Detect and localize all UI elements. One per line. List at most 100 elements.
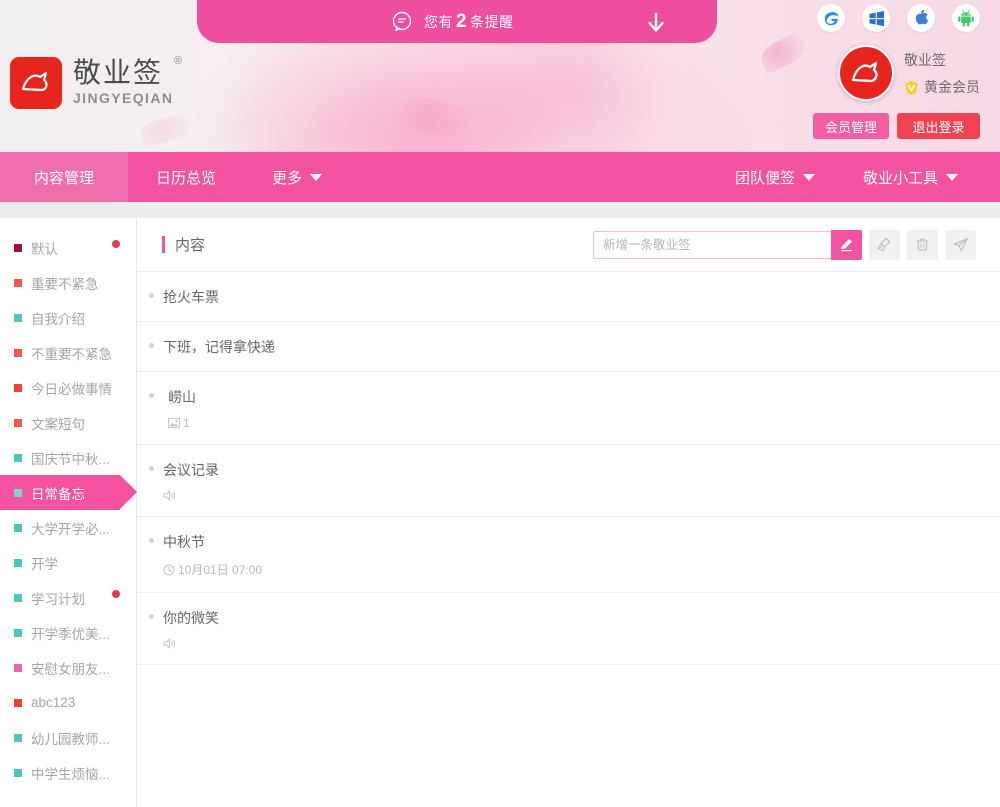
sidebar-item-label: 国庆节中秋... <box>31 451 110 467</box>
category-color-bullet <box>14 593 22 602</box>
category-color-bullet <box>14 418 22 427</box>
user-avatar-icon[interactable] <box>838 45 894 101</box>
gold-v-badge <box>904 80 919 95</box>
sidebar-item[interactable]: 安慰女朋友... <box>0 650 136 685</box>
user-name: 敬业签 <box>904 52 946 68</box>
sidebar-item[interactable]: 日常备忘 <box>0 475 137 510</box>
sidebar-item-label: 不重要不紧急 <box>31 346 112 362</box>
sidebar-item[interactable]: 国庆节中秋... <box>0 440 136 475</box>
sidebar-item-label: 今日必做事情 <box>31 381 112 397</box>
nav-item-more[interactable]: 更多 <box>244 152 350 202</box>
member-management-button[interactable]: 会员管理 <box>813 113 889 139</box>
notification-text: 您有 2 条提醒 <box>424 11 514 33</box>
page-header: 您有 2 条提醒 敬业签 ® JINGYEQIAN 敬业签 黄金会员 会员管理 … <box>0 0 1000 152</box>
nav-label: 敬业小工具 <box>862 169 938 187</box>
header-buttons: 会员管理 退出登录 <box>813 113 980 139</box>
note-meta-text: 1 <box>183 416 190 430</box>
paper-plane-icon <box>953 237 968 251</box>
note-meta-text: 10月01日 07:00 <box>178 563 263 577</box>
nav-item-calendar-overview[interactable]: 日历总览 <box>128 152 244 202</box>
category-color-bullet <box>14 313 22 322</box>
category-color-bullet <box>14 243 22 252</box>
rose-petal-decoration <box>138 112 194 148</box>
category-color-bullet <box>14 453 22 462</box>
logout-button[interactable]: 退出登录 <box>897 113 980 139</box>
clean-button[interactable] <box>869 229 900 260</box>
windows-icon[interactable] <box>862 4 890 32</box>
separator-strip <box>0 202 1000 218</box>
ie-browser-icon[interactable] <box>817 4 845 32</box>
sidebar-item[interactable]: 开学 <box>0 545 136 580</box>
app-logo[interactable]: 敬业签 ® JINGYEQIAN <box>10 55 182 109</box>
page-body: 默认 重要不紧急自我介绍不重要不紧急 今日必做事情 文案短句国庆节中秋... 日常备忘大… <box>0 218 1000 807</box>
sidebar-item[interactable]: 学习计划 <box>0 580 136 615</box>
image-icon <box>168 417 183 429</box>
note-item[interactable]: 崂山 1 <box>137 372 1000 445</box>
category-color-bullet <box>14 768 22 777</box>
sidebar-item-label: 日常备忘 <box>31 486 85 502</box>
send-button[interactable] <box>945 229 976 260</box>
sidebar-item[interactable]: 自我介绍 <box>0 300 136 335</box>
main-content: 内容 新增一条敬业签 抢火车票 下班，记得拿快递 崂山 1 会议记录 中秋节 1… <box>137 218 1000 807</box>
note-text: 下班，记得拿快递 <box>163 339 275 355</box>
note-bullet <box>149 343 154 348</box>
nav-item-tools[interactable]: 敬业小工具 <box>839 152 982 202</box>
add-note-input[interactable] <box>593 230 831 259</box>
category-color-bullet <box>14 698 22 707</box>
chevron-down-icon <box>802 173 815 181</box>
nav-label: 更多 <box>272 169 303 187</box>
note-bullet <box>149 466 154 471</box>
nav-label: 内容管理 <box>33 169 94 187</box>
audio-icon <box>163 637 180 650</box>
nav-item-content-management[interactable]: 内容管理 <box>0 152 128 202</box>
logo-chinese-name: 敬业签 <box>73 56 164 89</box>
unread-dot-indicator <box>112 240 120 248</box>
note-item[interactable]: 会议记录 <box>137 445 1000 517</box>
notification-text-after: 条提醒 <box>470 13 514 30</box>
rose-petal-decoration <box>756 31 810 75</box>
sidebar-item[interactable]: 默认 <box>0 230 136 265</box>
note-item[interactable]: 你的微笑 <box>137 593 1000 665</box>
sidebar-item[interactable]: 大学开学必... <box>0 510 136 545</box>
sidebar-item[interactable]: 文案短句 <box>0 405 136 440</box>
sidebar-item[interactable]: 幼儿园教师... <box>0 720 136 755</box>
title-accent-bar <box>162 236 165 253</box>
category-color-bullet <box>14 383 22 392</box>
sidebar-item-label: 自我介绍 <box>31 311 85 327</box>
notification-banner[interactable]: 您有 2 条提醒 <box>197 0 717 43</box>
sidebar-item[interactable]: 开学季优美... <box>0 615 136 650</box>
jingyeqian-logo-icon <box>10 57 62 109</box>
note-text: 抢火车票 <box>163 289 219 305</box>
chevron-down-icon <box>946 173 958 181</box>
page-title: 内容 <box>175 237 206 254</box>
category-color-bullet <box>14 278 22 287</box>
apple-icon[interactable] <box>907 4 935 32</box>
sidebar-item[interactable]: abc123 <box>0 685 136 720</box>
arrow-down-icon[interactable] <box>645 10 667 34</box>
category-color-bullet <box>14 733 22 742</box>
nav-item-team-notes[interactable]: 团队便签 <box>711 152 839 202</box>
unread-dot-indicator <box>112 590 120 598</box>
note-item[interactable]: 抢火车票 <box>137 272 1000 322</box>
note-meta <box>163 489 976 502</box>
category-color-bullet <box>14 628 22 637</box>
sidebar-item-label: 安慰女朋友... <box>31 661 110 677</box>
sidebar-item[interactable]: 今日必做事情 <box>0 370 136 405</box>
notification-text-before: 您有 <box>424 13 453 30</box>
sidebar-item-label: 大学开学必... <box>31 521 110 537</box>
sidebar-item-label: 文案短句 <box>31 416 85 432</box>
sidebar-item[interactable]: 不重要不紧急 <box>0 335 136 370</box>
sidebar-item[interactable]: 中学生烦恼... <box>0 755 136 790</box>
edit-button[interactable] <box>831 229 862 260</box>
note-item[interactable]: 中秋节 10月01日 07:00 <box>137 517 1000 593</box>
delete-button[interactable] <box>907 229 938 260</box>
sidebar-item-label: abc123 <box>31 695 76 710</box>
user-level-label: 黄金会员 <box>924 79 980 95</box>
category-color-bullet <box>14 523 22 532</box>
note-item[interactable]: 下班，记得拿快递 <box>137 322 1000 372</box>
sidebar-item[interactable]: 重要不紧急 <box>0 265 136 300</box>
android-icon[interactable] <box>952 4 980 32</box>
nav-label: 团队便签 <box>734 169 795 187</box>
note-meta <box>163 637 976 650</box>
content-header: 内容 <box>137 218 1000 272</box>
